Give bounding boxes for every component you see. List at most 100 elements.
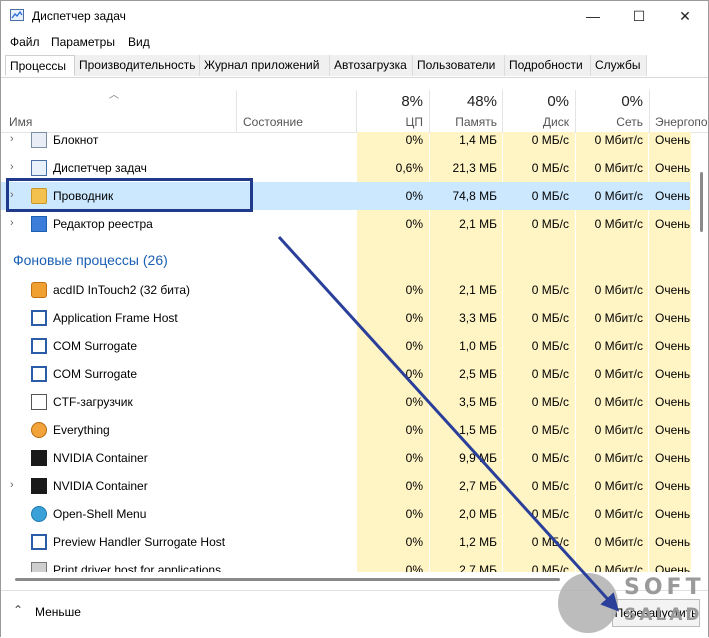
nvidia-icon (31, 450, 47, 466)
header-disk-percent[interactable]: 0% (507, 93, 569, 110)
tab-startup[interactable]: Автозагрузка (330, 55, 413, 76)
chevron-right-icon[interactable]: › (10, 133, 14, 145)
header-power[interactable]: Энергопо (655, 115, 707, 129)
cpu-value: 0% (405, 189, 423, 203)
process-row[interactable]: COM Surrogate 0% 2,5 МБ 0 МБ/с 0 Мбит/с Очень (1, 360, 690, 388)
menu-view[interactable]: Вид (128, 35, 150, 49)
chevron-right-icon[interactable]: › (10, 161, 14, 173)
process-row[interactable]: Print driver host for applications 0% 2,7 … (1, 556, 690, 572)
maximize-button[interactable]: ☐ (616, 1, 662, 31)
column-divider (575, 90, 576, 132)
disk-value: 0 МБ/с (531, 367, 569, 381)
chevron-right-icon[interactable]: › (10, 217, 14, 229)
nvidia-icon (31, 478, 47, 494)
network-value: 0 Мбит/с (594, 133, 643, 147)
disk-value: 0 МБ/с (531, 451, 569, 465)
cpu-value: 0% (405, 563, 423, 572)
watermark-logo-icon (558, 573, 618, 633)
memory-value: 3,5 МБ (459, 395, 497, 409)
process-row[interactable]: Preview Handler Surrogate Host 0% 1,2 МБ 0 … (1, 528, 690, 556)
process-row[interactable]: CTF-загрузчик 0% 3,5 МБ 0 МБ/с 0 Мбит/с Очень (1, 388, 690, 416)
network-value: 0 Мбит/с (594, 161, 643, 175)
process-row[interactable]: › NVIDIA Container 0% 2,7 МБ 0 МБ/с 0 Мбит/с О… (1, 472, 690, 500)
cpu-value: 0% (405, 535, 423, 549)
process-name: Application Frame Host (53, 311, 178, 325)
header-name[interactable]: Имя (9, 115, 32, 129)
power-value: Очень (655, 367, 691, 381)
memory-value: 21,3 МБ (452, 161, 497, 175)
app-frame-icon (31, 534, 47, 550)
horizontal-scrollbar[interactable] (9, 575, 569, 585)
horizontal-scroll-thumb[interactable] (15, 578, 560, 581)
column-divider (429, 90, 430, 132)
header-cpu-percent[interactable]: 8% (361, 93, 423, 110)
fewer-details-link[interactable]: Меньше (35, 605, 81, 619)
background-processes-heading[interactable]: Фоновые процессы (26) (13, 252, 168, 268)
process-row[interactable]: › Редактор реестра 0% 2,1 МБ 0 МБ/с 0 Мбит/с О… (1, 210, 690, 238)
memory-value: 1,0 МБ (459, 339, 497, 353)
process-name: Диспетчер задач (53, 161, 147, 175)
network-value: 0 Мбит/с (594, 217, 643, 231)
process-row[interactable]: COM Surrogate 0% 1,0 МБ 0 МБ/с 0 Мбит/с Очень (1, 332, 690, 360)
process-name: Print driver host for applications (53, 563, 222, 572)
disk-value: 0 МБ/с (531, 479, 569, 493)
cpu-value: 0% (405, 479, 423, 493)
minimize-button[interactable]: — (570, 1, 616, 31)
title-bar[interactable]: Диспетчер задач — ☐ ✕ (1, 1, 708, 31)
cpu-value: 0,6% (395, 161, 423, 175)
tab-services[interactable]: Службы (591, 55, 647, 76)
disk-value: 0 МБ/с (531, 189, 569, 203)
tab-bar: Процессы Производительность Журнал прило… (1, 55, 708, 78)
disk-value: 0 МБ/с (531, 311, 569, 325)
power-value: Очень (655, 451, 691, 465)
process-name: COM Surrogate (53, 339, 138, 353)
sort-up-icon[interactable]: ︿ (109, 86, 119, 101)
process-name: Блокнот (53, 133, 99, 147)
header-network-percent[interactable]: 0% (579, 93, 643, 110)
tab-performance[interactable]: Производительность (75, 55, 200, 76)
process-row[interactable]: › Блокнот 0% 1,4 МБ 0 МБ/с 0 Мбит/с Очень (1, 132, 690, 154)
memory-value: 9,9 МБ (459, 451, 497, 465)
tab-details[interactable]: Подробности (505, 55, 591, 76)
network-value: 0 Мбит/с (594, 283, 643, 297)
header-memory[interactable]: Память (433, 115, 497, 129)
process-name: COM Surrogate (53, 367, 138, 381)
process-row[interactable]: Open-Shell Menu 0% 2,0 МБ 0 МБ/с 0 Мбит/с Оче… (1, 500, 690, 528)
header-memory-percent[interactable]: 48% (433, 93, 497, 110)
disk-value: 0 МБ/с (531, 339, 569, 353)
tab-app-history[interactable]: Журнал приложений (200, 55, 330, 76)
tab-processes[interactable]: Процессы (5, 55, 75, 76)
memory-value: 74,8 МБ (452, 189, 497, 203)
process-row[interactable]: Everything 0% 1,5 МБ 0 МБ/с 0 Мбит/с Очень (1, 416, 690, 444)
cpu-value: 0% (405, 311, 423, 325)
menu-bar: Файл Параметры Вид (1, 31, 708, 53)
power-value: Очень (655, 161, 691, 175)
menu-options[interactable]: Параметры (51, 35, 115, 49)
chevron-right-icon[interactable]: › (10, 479, 14, 491)
header-disk[interactable]: Диск (507, 115, 569, 129)
memory-value: 3,3 МБ (459, 311, 497, 325)
header-network[interactable]: Сеть (579, 115, 643, 129)
process-row[interactable]: Application Frame Host 0% 3,3 МБ 0 МБ/с 0 Мб… (1, 304, 690, 332)
vertical-scroll-thumb[interactable] (700, 172, 703, 232)
menu-file[interactable]: Файл (10, 35, 40, 49)
close-button[interactable]: ✕ (662, 1, 708, 31)
vertical-scrollbar[interactable] (696, 132, 706, 572)
window-title: Диспетчер задач (32, 9, 126, 23)
chevron-up-icon[interactable]: ⌃ (13, 603, 23, 617)
process-name: NVIDIA Container (53, 479, 148, 493)
process-row[interactable]: acdID InTouch2 (32 бита) 0% 2,1 МБ 0 МБ/с 0 … (1, 276, 690, 304)
process-name: Редактор реестра (53, 217, 153, 231)
tab-users[interactable]: Пользователи (413, 55, 505, 76)
process-name: CTF-загрузчик (53, 395, 133, 409)
process-row[interactable]: NVIDIA Container 0% 9,9 МБ 0 МБ/с 0 Мбит/с Оч… (1, 444, 690, 472)
network-value: 0 Мбит/с (594, 479, 643, 493)
memory-value: 2,0 МБ (459, 507, 497, 521)
disk-value: 0 МБ/с (531, 535, 569, 549)
header-cpu[interactable]: ЦП (361, 115, 423, 129)
header-status[interactable]: Состояние (243, 115, 303, 129)
power-value: Очень (655, 217, 691, 231)
network-value: 0 Мбит/с (594, 423, 643, 437)
cpu-value: 0% (405, 423, 423, 437)
power-value: Очень (655, 133, 691, 147)
